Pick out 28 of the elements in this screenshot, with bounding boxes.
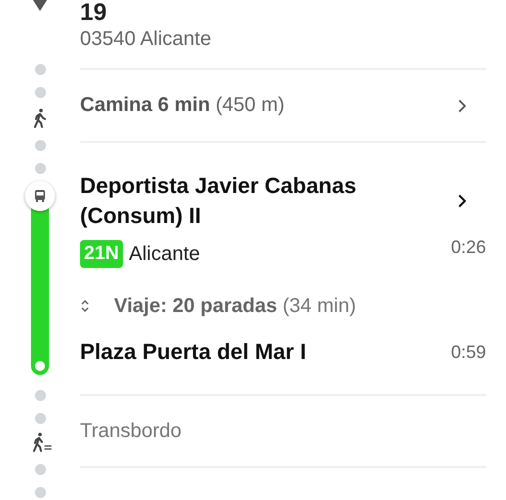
- place-name: 19: [80, 0, 108, 26]
- walk-text: Camina 6 min (450 m): [80, 94, 285, 117]
- trip-summary: Viaje: 20 paradas (34 min): [114, 294, 356, 318]
- route-dot: [34, 487, 46, 498]
- bus-icon: [25, 181, 55, 211]
- end-stop-dot: [35, 361, 45, 371]
- expand-icon: [80, 298, 90, 314]
- stop-name: Plaza Puerta del Mar I: [80, 338, 306, 366]
- route-dot: [34, 163, 46, 174]
- route-dot: [34, 464, 46, 475]
- arrival-time: 0:59: [450, 342, 486, 362]
- departure-time: 0:26: [450, 236, 486, 258]
- trip-expander[interactable]: Viaje: 20 paradas (34 min): [80, 291, 486, 321]
- walking-person-icon: [33, 108, 47, 128]
- transfer-text: Transbordo: [80, 420, 182, 442]
- route-dot: [34, 140, 46, 151]
- stop-name: Deportista Javier Cabanas (Consum) II: [80, 172, 358, 230]
- route-dot: [34, 413, 46, 424]
- route-dot: [34, 390, 46, 401]
- route-dot: [34, 64, 46, 75]
- headsign: Alicante: [128, 242, 200, 266]
- place-address: 03540 Alicante: [80, 26, 486, 70]
- walk-step[interactable]: Camina 6 min (450 m): [80, 70, 486, 143]
- chevron-icon: [457, 98, 466, 112]
- transfer-icon: [32, 432, 52, 452]
- route-dot: [34, 87, 46, 98]
- chevron-icon: [457, 194, 466, 208]
- line-badge: 21N: [80, 240, 123, 268]
